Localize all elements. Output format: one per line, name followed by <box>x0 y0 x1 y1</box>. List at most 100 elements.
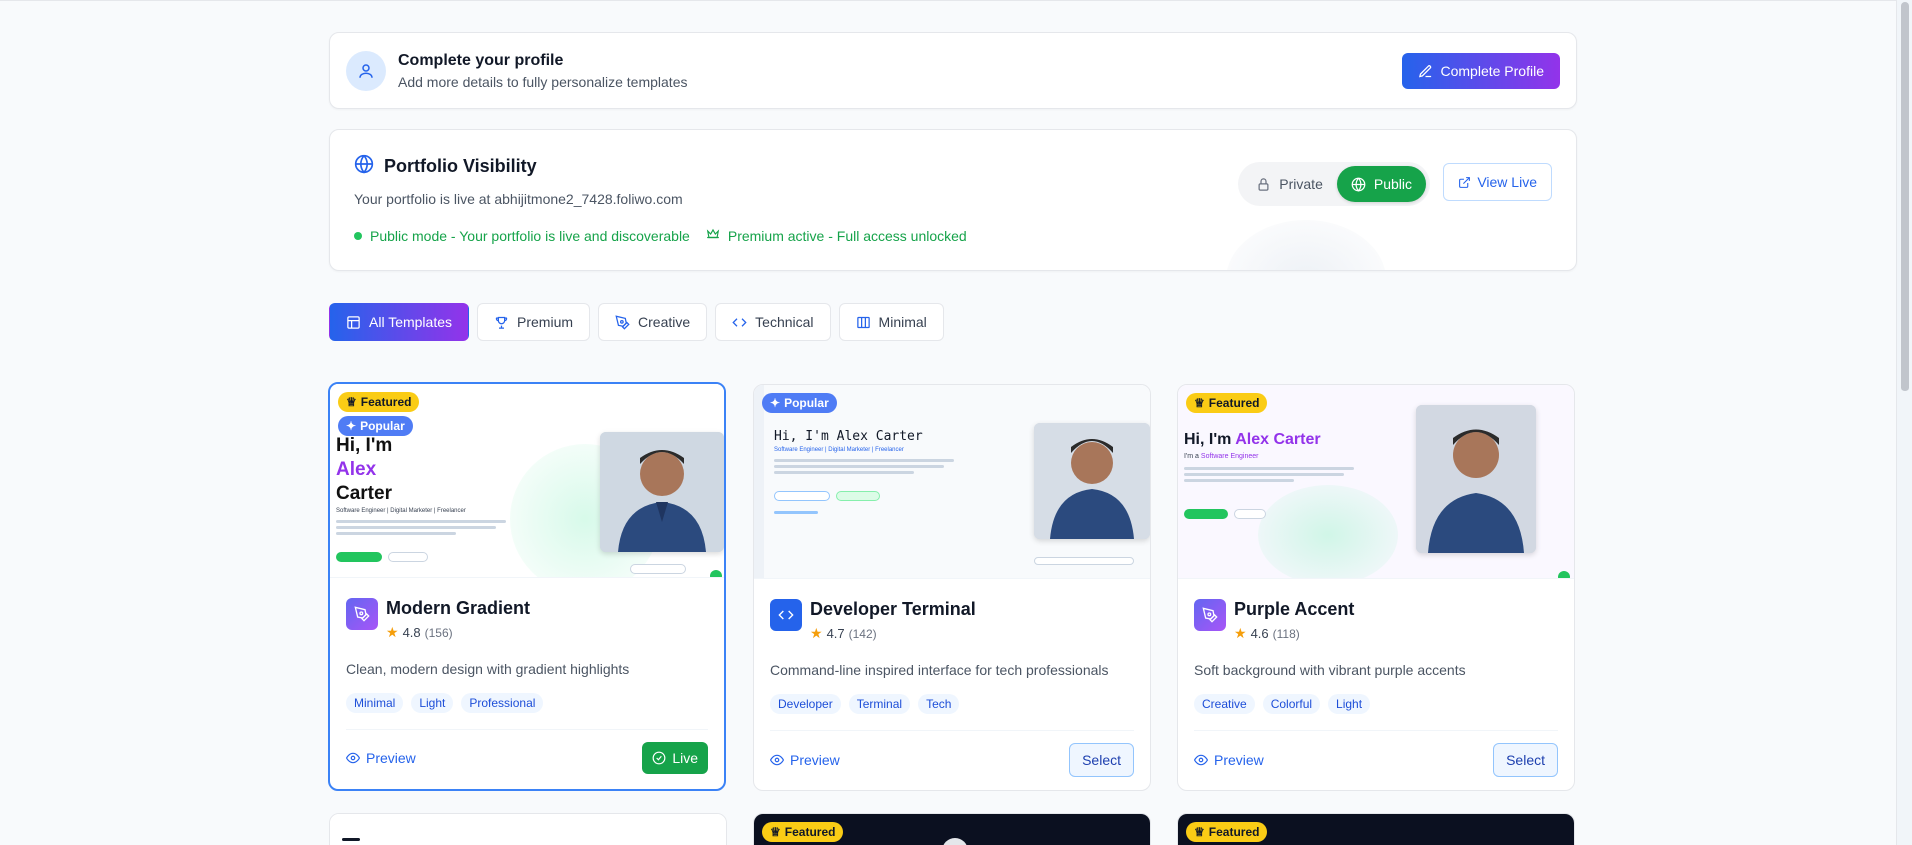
layout-icon <box>347 315 360 329</box>
preview-link[interactable]: Preview <box>770 752 840 768</box>
template-rating: ★ 4.6 (118) <box>1234 625 1354 642</box>
view-live-label: View Live <box>1477 174 1537 190</box>
status-dot-icon <box>354 231 362 240</box>
eye-icon <box>346 752 360 764</box>
tag: Light <box>411 693 454 713</box>
complete-profile-button[interactable]: Complete Profile <box>1401 53 1560 89</box>
user-icon <box>346 50 386 91</box>
page-scrollbar[interactable] <box>1896 0 1912 845</box>
check-circle-icon <box>652 751 666 765</box>
eye-icon <box>1194 754 1208 766</box>
filter-label: Technical <box>755 314 814 330</box>
rating-count: (118) <box>1272 626 1300 641</box>
sparkle-icon: ✦ <box>346 419 357 433</box>
trophy-icon <box>495 316 508 329</box>
award-icon: ♕ <box>346 395 357 409</box>
award-icon: ♕ <box>1194 825 1205 839</box>
template-card-modern-gradient[interactable]: ♕ Featured ✦ Popular Hi, I'm Alex Carter S… <box>328 382 726 791</box>
filter-label: All Templates <box>369 314 453 330</box>
star-icon: ★ <box>1234 625 1247 641</box>
rating-count: (142) <box>848 626 877 641</box>
popular-badge: ✦ Popular <box>338 416 413 436</box>
public-toggle[interactable]: Public <box>1336 166 1426 202</box>
template-description: Soft background with vibrant purple acce… <box>1194 662 1466 678</box>
template-thumbnail: ♕ Featured <box>754 814 1150 845</box>
filter-minimal[interactable]: Minimal <box>838 303 944 341</box>
tag: Professional <box>461 693 544 713</box>
mock-role: I'm a Software Engineer <box>1184 453 1259 460</box>
visibility-toggle: Private Public <box>1238 162 1430 206</box>
filter-technical[interactable]: Technical <box>715 303 831 341</box>
template-name: Developer Terminal <box>810 599 976 619</box>
template-thumbnail: ✦ Popular Hi, I'm Alex Carter Software En… <box>754 385 1150 579</box>
template-rating: ★ 4.8 (156) <box>386 624 530 641</box>
pen-tool-icon <box>346 598 378 630</box>
portfolio-visibility-card: Portfolio Visibility Your portfolio is l… <box>329 129 1577 271</box>
template-filters: All Templates Premium Creative Technical… <box>329 303 1577 341</box>
globe-icon <box>354 154 374 179</box>
mock-role: Software Engineer | Digital Marketer | F… <box>336 508 466 514</box>
tag: Tech <box>918 694 960 714</box>
premium-status-text: Premium active - Full access unlocked <box>727 227 967 244</box>
public-label: Public <box>1373 176 1412 192</box>
public-status-text: Public mode - Your portfolio is live and… <box>370 227 690 244</box>
complete-profile-label: Complete Profile <box>1440 63 1545 79</box>
rating-value: 4.8 <box>402 625 421 640</box>
columns-icon <box>856 316 870 328</box>
preview-link[interactable]: Preview <box>1194 752 1264 768</box>
filter-premium[interactable]: Premium <box>477 303 591 341</box>
template-card-row2-1[interactable] <box>329 813 727 845</box>
live-button[interactable]: Live <box>642 742 708 774</box>
code-icon <box>732 317 747 327</box>
view-live-button[interactable]: View Live <box>1443 163 1552 201</box>
code-icon <box>770 599 802 631</box>
select-button[interactable]: Select <box>1493 743 1558 777</box>
visibility-status: Public mode - Your portfolio is live and… <box>354 227 1552 244</box>
select-button[interactable]: Select <box>1069 743 1134 777</box>
main-content: Complete your profile Add more details t… <box>328 32 1577 845</box>
template-card-footer: Preview Select <box>770 730 1134 777</box>
visibility-title: Portfolio Visibility <box>384 156 537 176</box>
template-card-body: Modern Gradient ★ 4.8 (156) Clean, moder… <box>330 578 724 789</box>
preview-link[interactable]: Preview <box>346 750 416 766</box>
profile-subtitle: Add more details to fully personalize te… <box>398 73 688 90</box>
template-card-row2-3[interactable]: ♕ Featured <box>1177 813 1575 845</box>
template-card-body: Developer Terminal ★ 4.7 (142) Command-l… <box>754 579 1150 790</box>
tag: Developer <box>770 694 841 714</box>
mock-heading: Hi, I'm Alex Carter <box>336 435 393 504</box>
filter-label: Premium <box>517 314 574 330</box>
template-card-purple-accent[interactable]: ♕ Featured Hi, I'm Alex Carter I'm a Soft… <box>1177 384 1575 791</box>
popular-badge: ✦ Popular <box>762 393 837 413</box>
top-border <box>0 0 1912 1</box>
template-rating: ★ 4.7 (142) <box>810 625 976 642</box>
rating-count: (156) <box>424 625 453 640</box>
template-thumbnail: ♕ Featured <box>1178 814 1574 845</box>
eye-icon <box>770 754 784 766</box>
portrait-photo <box>600 432 724 552</box>
profile-title: Complete your profile <box>398 51 564 69</box>
template-card-body: Purple Accent ★ 4.6 (118) Soft backgroun… <box>1178 579 1574 790</box>
complete-profile-banner: Complete your profile Add more details t… <box>329 32 1577 109</box>
award-icon: ♕ <box>1194 396 1205 410</box>
template-card-developer-terminal[interactable]: ✦ Popular Hi, I'm Alex Carter Software En… <box>753 384 1151 791</box>
scrollbar-thumb[interactable] <box>1901 2 1909 392</box>
star-icon: ★ <box>810 625 823 641</box>
portrait-photo <box>1416 405 1536 553</box>
featured-badge: ♕ Featured <box>338 392 420 412</box>
external-link-icon <box>1459 176 1471 188</box>
template-card-row2-2[interactable]: ♕ Featured <box>753 813 1151 845</box>
filter-all-templates[interactable]: All Templates <box>329 303 470 341</box>
mock-heading: Hi, I'm Alex Carter <box>1184 431 1321 448</box>
filter-creative[interactable]: Creative <box>598 303 708 341</box>
rating-value: 4.6 <box>1250 626 1269 641</box>
template-description: Clean, modern design with gradient highl… <box>346 661 630 677</box>
tag: Terminal <box>848 694 911 714</box>
tag: Light <box>1328 694 1371 714</box>
star-icon: ★ <box>386 624 399 640</box>
private-label: Private <box>1279 176 1323 192</box>
tag: Colorful <box>1262 694 1321 714</box>
template-thumbnail: ♕ Featured ✦ Popular Hi, I'm Alex Carter S… <box>330 384 724 578</box>
profile-text: Complete your profile Add more details t… <box>398 52 687 90</box>
template-thumbnail: ♕ Featured Hi, I'm Alex Carter I'm a Soft… <box>1178 385 1574 579</box>
private-toggle[interactable]: Private <box>1242 166 1337 202</box>
